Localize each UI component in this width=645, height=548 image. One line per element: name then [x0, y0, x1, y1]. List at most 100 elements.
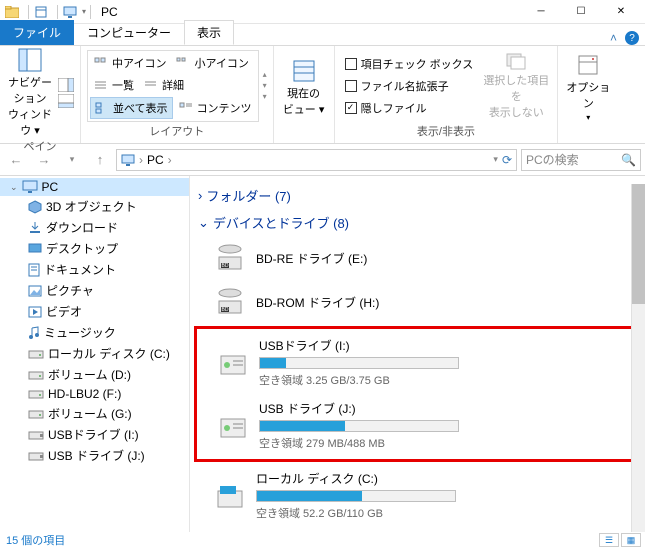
tree-item[interactable]: ⌄PC [0, 178, 189, 196]
tree-item[interactable]: ミュージック [0, 322, 189, 343]
tree-item[interactable]: ピクチャ [0, 280, 189, 301]
layout-small-icons[interactable]: 小アイコン [172, 53, 252, 73]
hide-selected-label: 選択した項目を 表示しない [481, 72, 551, 120]
group-current-view [302, 127, 305, 141]
expand-icon[interactable]: ▾ [263, 92, 267, 101]
tree-item[interactable]: HD-LBU2 (F:) [0, 385, 189, 403]
drive-name: USB ドライブ (J:) [259, 400, 634, 417]
monitor-icon [121, 154, 135, 166]
video-icon [28, 306, 42, 318]
tab-computer[interactable]: コンピューター [74, 20, 184, 45]
monitor-icon [62, 4, 78, 20]
up-button[interactable]: ↑ [88, 148, 112, 172]
tab-view[interactable]: 表示 [184, 20, 234, 45]
crumb-sep[interactable]: › [139, 153, 143, 167]
tree-item-label: ビデオ [46, 303, 82, 320]
minimize-button[interactable]: ─ [521, 0, 561, 24]
tree-item[interactable]: ダウンロード [0, 217, 189, 238]
forward-button[interactable]: → [32, 148, 56, 172]
scrollbar-thumb[interactable] [632, 184, 645, 304]
preview-pane-icon[interactable] [58, 78, 74, 92]
drive-item[interactable]: ローカル ディスク (C:)空き領域 52.2 GB/110 GB [194, 464, 641, 527]
drive-item[interactable]: USBドライブ (I:)空き領域 3.25 GB/3.75 GB [197, 331, 638, 394]
checkbox-checked-icon: ✓ [345, 102, 357, 114]
dropdown-icon[interactable]: ▾ [493, 154, 498, 165]
options-button[interactable]: オプション ▾ [564, 53, 612, 122]
tree-item[interactable]: ビデオ [0, 301, 189, 322]
capacity-bar [256, 490, 456, 502]
tree-item[interactable]: USB ドライブ (J:) [0, 445, 189, 466]
chevron-down-icon[interactable]: ▾ [82, 7, 86, 16]
drive-icon [28, 408, 44, 420]
layout-tiles[interactable]: 並べて表示 [90, 97, 173, 119]
scrollbar[interactable] [631, 184, 645, 532]
tree-item[interactable]: ボリューム (G:) [0, 403, 189, 424]
tree-item-label: ボリューム (D:) [48, 366, 131, 383]
section-drives[interactable]: ⌄ デバイスとドライブ (8) [194, 209, 641, 236]
layout-details[interactable]: 詳細 [140, 75, 188, 95]
item-checkboxes-toggle[interactable]: 項目チェック ボックス [341, 54, 478, 74]
usbdrive-icon [217, 410, 249, 442]
bd-icon: BD [214, 242, 246, 274]
details-pane-icon[interactable] [58, 94, 74, 108]
layout-content[interactable]: コンテンツ [175, 97, 256, 119]
back-button[interactable]: ← [4, 148, 28, 172]
layout-medium-icons[interactable]: 中アイコン [90, 53, 170, 73]
scroll-up-icon[interactable]: ▴ [263, 70, 267, 79]
crumb-sep[interactable]: › [168, 153, 172, 167]
chevron-down-icon: ▾ [586, 113, 590, 122]
group-layout: レイアウト [149, 123, 204, 141]
music-icon [28, 326, 40, 340]
search-icon[interactable]: 🔍 [621, 153, 636, 167]
layout-list[interactable]: 一覧 [90, 75, 138, 95]
section-folders-label: フォルダー (7) [206, 186, 291, 205]
drive-name: ローカル ディスク (C:) [256, 470, 637, 487]
hide-selected-button[interactable]: 選択した項目を 表示しない [481, 52, 551, 120]
tiles-view-icon[interactable]: ▦ [621, 533, 641, 547]
tree-item-label: ドキュメント [44, 261, 116, 278]
checkbox-icon [345, 58, 357, 70]
search-placeholder: PCの検索 [526, 151, 617, 168]
search-box[interactable]: PCの検索 🔍 [521, 149, 641, 171]
address-bar[interactable]: › PC › ▾ ⟳ [116, 149, 517, 171]
file-ext-toggle[interactable]: ファイル名拡張子 [341, 76, 478, 96]
tree-item-label: ミュージック [44, 324, 116, 341]
section-drives-label: デバイスとドライブ (8) [213, 213, 349, 232]
status-text: 15 個の項目 [6, 532, 65, 548]
maximize-button[interactable]: ☐ [561, 0, 601, 24]
breadcrumb[interactable]: PC [147, 153, 164, 167]
tree-item[interactable]: デスクトップ [0, 238, 189, 259]
collapse-ribbon-icon[interactable]: ˄ [610, 31, 617, 45]
drive-item[interactable]: BD BD-RE ドライブ (E:) [194, 236, 641, 280]
usb-icon [28, 429, 44, 441]
recent-dropdown[interactable]: ▾ [60, 148, 84, 172]
refresh-icon[interactable]: ⟳ [502, 153, 512, 167]
tree-item-label: PC [42, 180, 59, 194]
section-folders[interactable]: › フォルダー (7) [194, 182, 641, 209]
qat-properties-icon[interactable] [33, 4, 49, 20]
tree-item-label: HD-LBU2 (F:) [48, 387, 121, 401]
tree-item[interactable]: ドキュメント [0, 259, 189, 280]
checkbox-icon [345, 80, 357, 92]
highlight-box: USBドライブ (I:)空き領域 3.25 GB/3.75 GBUSB ドライブ… [194, 326, 641, 462]
tab-file[interactable]: ファイル [0, 20, 74, 45]
nav-pane-button[interactable]: ナビゲーション ウィンドウ ▾ [6, 48, 54, 138]
details-view-icon[interactable]: ☰ [599, 533, 619, 547]
tree-item[interactable]: ボリューム (D:) [0, 364, 189, 385]
drive-name: BD-RE ドライブ (E:) [256, 250, 637, 267]
capacity-bar [259, 420, 459, 432]
tree-item[interactable]: USBドライブ (I:) [0, 424, 189, 445]
separator [28, 5, 29, 19]
drive-item[interactable]: USB ドライブ (J:)空き領域 279 MB/488 MB [197, 394, 638, 457]
scroll-down-icon[interactable]: ▾ [263, 81, 267, 90]
status-bar: 15 個の項目 ☰ ▦ [0, 532, 645, 548]
tree-item[interactable]: 3D オブジェクト [0, 196, 189, 217]
tree-item[interactable]: ローカル ディスク (C:) [0, 343, 189, 364]
drive-item[interactable]: BDBD-ROM ドライブ (H:) [194, 280, 641, 324]
hidden-files-toggle[interactable]: ✓隠しファイル [341, 98, 478, 118]
help-icon[interactable]: ? [625, 31, 639, 45]
drive-name: BD-ROM ドライブ (H:) [256, 294, 637, 311]
close-button[interactable]: ✕ [601, 0, 641, 24]
desktop-icon [28, 242, 42, 256]
current-view-button[interactable]: 現在の ビュー ▾ [280, 59, 328, 117]
